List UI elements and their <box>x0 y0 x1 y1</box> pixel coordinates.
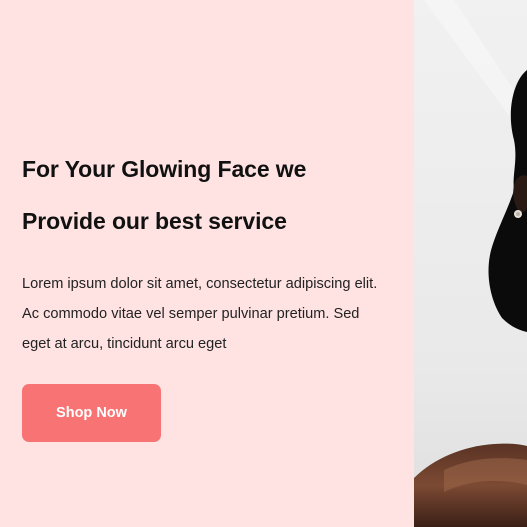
description-line-3: eget at arcu, tincidunt arcu eget <box>22 336 227 352</box>
headline-line-2: Provide our best service <box>22 208 287 234</box>
description-line-1: Lorem ipsum dolor sit amet, consectetur … <box>22 276 378 292</box>
hero-section: For Your Glowing Face we Provide our bes… <box>0 0 414 527</box>
hero-description: Lorem ipsum dolor sit amet, consectetur … <box>22 269 414 359</box>
shop-now-button[interactable]: Shop Now <box>22 384 161 442</box>
woman-portrait-photo <box>414 0 527 527</box>
headline-line-1: For Your Glowing Face we <box>22 156 307 182</box>
hero-headline: For Your Glowing Face we Provide our bes… <box>22 143 407 247</box>
description-line-2: Ac commodo vitae vel semper pulvinar pre… <box>22 306 360 322</box>
